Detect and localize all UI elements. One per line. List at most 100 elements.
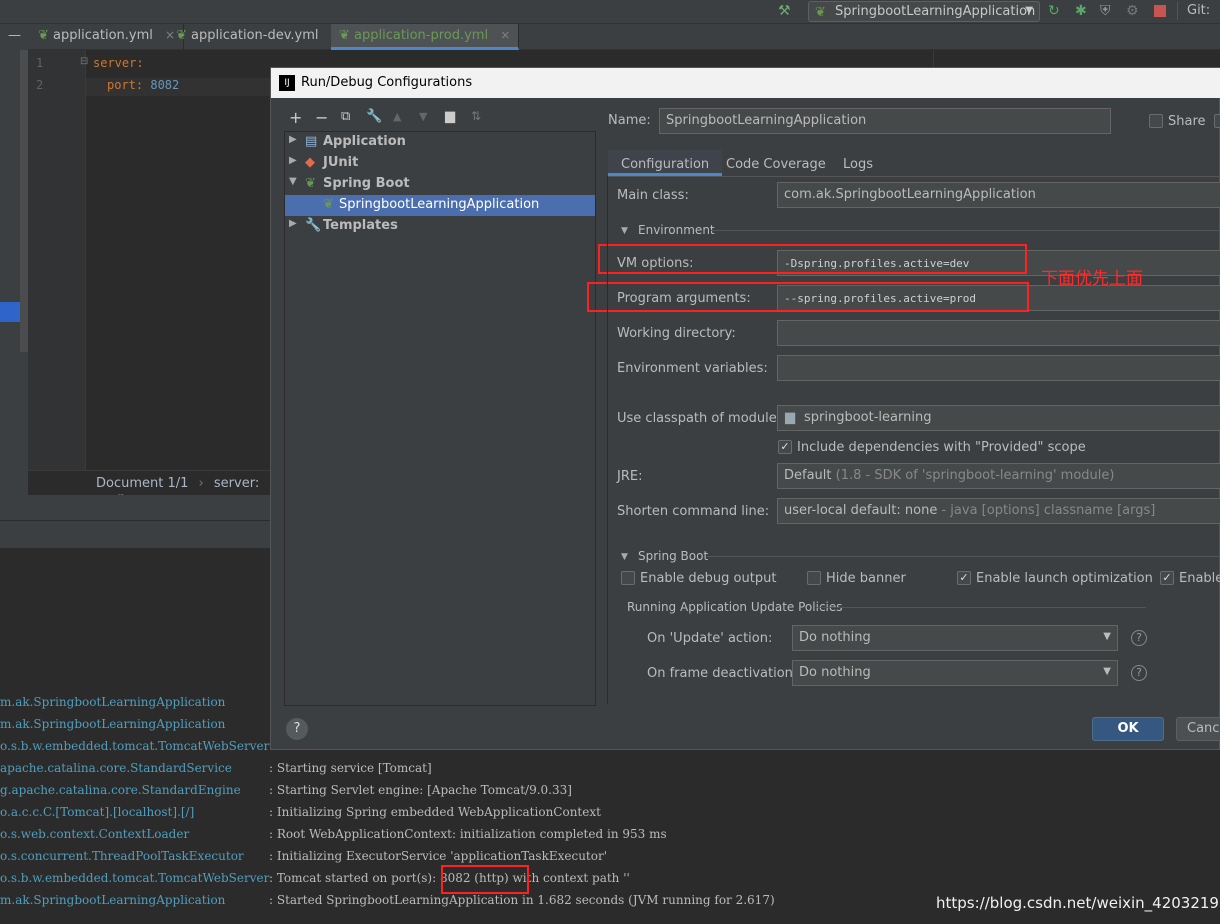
help-icon[interactable]: ? bbox=[1131, 665, 1147, 681]
git-label[interactable]: Git: bbox=[1187, 3, 1210, 18]
build-hammer-icon[interactable]: ⚒ bbox=[778, 3, 791, 19]
console-logger: o.a.c.c.C.[Tomcat].[localhost].[/] bbox=[0, 805, 195, 819]
tree-item-springboot-learning-application[interactable]: ❦ SpringbootLearningApplication bbox=[285, 195, 595, 216]
chevron-right-icon[interactable]: ▶ bbox=[289, 134, 297, 145]
minimize-icon[interactable]: — bbox=[0, 24, 28, 50]
tree-item-templates[interactable]: ▶ 🔧 Templates bbox=[285, 216, 595, 237]
console-logger: o.s.b.w.embedded.tomcat.TomcatWebServer bbox=[0, 871, 270, 885]
sort-icon[interactable]: ⇅ bbox=[471, 109, 481, 123]
rerun-icon[interactable]: ↻ bbox=[1048, 3, 1060, 19]
tree-item-junit[interactable]: ▶ ◆ JUnit bbox=[285, 153, 595, 174]
tab-application-yml[interactable]: ❦ application.yml × bbox=[30, 24, 185, 50]
yaml-file-icon: ❦ bbox=[176, 28, 187, 43]
tab-configuration[interactable]: Configuration bbox=[608, 150, 723, 176]
share-checkbox[interactable] bbox=[1149, 114, 1163, 128]
intellij-icon: IJ bbox=[279, 75, 295, 91]
coverage-icon[interactable]: ⛨ bbox=[1100, 3, 1111, 19]
debug-bug-icon[interactable]: ✱ bbox=[1075, 3, 1087, 19]
breadcrumb-server[interactable]: server: bbox=[214, 476, 259, 491]
shorten-select[interactable]: user-local default: none - java [options… bbox=[777, 498, 1220, 524]
config-tree: ▶ ▤ Application ▶ ◆ JUnit ▼ ❦ Spring Boo… bbox=[284, 131, 596, 706]
tab-label: application-prod.yml bbox=[354, 28, 489, 43]
help-button[interactable]: ? bbox=[286, 718, 308, 740]
on-frame-select[interactable]: Do nothing ▼ bbox=[792, 660, 1118, 686]
tab-application-prod-yml[interactable]: ❦ application-prod.yml × bbox=[331, 24, 520, 50]
jre-label: JRE: bbox=[617, 469, 643, 484]
tab-application-dev-yml[interactable]: ❦ application-dev.yml × bbox=[168, 24, 350, 50]
stop-icon[interactable] bbox=[1154, 5, 1166, 17]
profiler-icon[interactable]: ⚙ bbox=[1126, 3, 1139, 19]
on-update-label: On 'Update' action: bbox=[647, 631, 773, 646]
move-down-icon[interactable]: ▼ bbox=[419, 110, 427, 123]
help-icon[interactable]: ? bbox=[1131, 630, 1147, 646]
console-logger: apache.catalina.core.StandardService bbox=[0, 761, 232, 775]
editor-tab-bar: — ❦ application.yml × ❦ application-dev.… bbox=[0, 24, 1220, 50]
enable-launch-checkbox[interactable]: ✓ bbox=[957, 571, 971, 585]
yaml-key-server: server: bbox=[93, 56, 144, 70]
tree-item-application[interactable]: ▶ ▤ Application bbox=[285, 132, 595, 153]
environment-section-label: Environment bbox=[638, 223, 715, 237]
chevron-down-icon[interactable]: ▼ bbox=[289, 176, 297, 187]
spring-leaf-icon: ❦ bbox=[815, 5, 826, 20]
classpath-select[interactable]: ▆ springboot-learning bbox=[777, 405, 1220, 431]
code-area[interactable]: ⊟ server: port: 8082 bbox=[80, 50, 270, 470]
ok-button[interactable]: OK bbox=[1092, 717, 1164, 741]
run-debug-dialog: IJ Run/Debug Configurations + − ⧉ 🔧 ▲ ▼ … bbox=[270, 67, 1220, 750]
tree-item-label: JUnit bbox=[323, 155, 359, 170]
enable-debug-checkbox[interactable] bbox=[621, 571, 635, 585]
on-update-select[interactable]: Do nothing ▼ bbox=[792, 625, 1118, 651]
console-logger: o.s.web.context.ContextLoader bbox=[0, 827, 190, 841]
run-config-selector[interactable]: ❦ SpringbootLearningApplication ▼ bbox=[808, 1, 1040, 22]
port-highlight-box bbox=[441, 865, 529, 894]
console-logger: o.s.concurrent.ThreadPoolTaskExecutor bbox=[0, 849, 244, 863]
extra-checkbox[interactable] bbox=[1214, 114, 1220, 128]
scrollbar-thumb[interactable] bbox=[20, 50, 28, 352]
chevron-down-icon[interactable]: ▼ bbox=[621, 552, 628, 562]
new-folder-icon[interactable]: ▆ bbox=[445, 109, 455, 124]
tab-code-coverage[interactable]: Code Coverage bbox=[726, 150, 826, 176]
jre-select[interactable]: Default (1.8 - SDK of 'springboot-learni… bbox=[777, 463, 1220, 489]
copy-icon[interactable]: ⧉ bbox=[341, 109, 350, 124]
spring-leaf-icon: ❦ bbox=[305, 176, 316, 191]
cancel-button[interactable]: Canc bbox=[1176, 717, 1220, 741]
hide-banner-checkbox[interactable] bbox=[807, 571, 821, 585]
chevron-down-icon[interactable]: ▼ bbox=[621, 226, 628, 236]
close-icon[interactable]: × bbox=[500, 28, 510, 42]
section-separator bbox=[707, 556, 1220, 557]
wrench-icon[interactable]: 🔧 bbox=[366, 109, 382, 124]
shorten-label: Shorten command line: bbox=[617, 504, 770, 519]
working-dir-input[interactable] bbox=[777, 320, 1220, 346]
classpath-label: Use classpath of module: bbox=[617, 411, 782, 426]
junit-icon: ◆ bbox=[305, 155, 315, 170]
application-icon: ▤ bbox=[305, 134, 318, 149]
env-vars-input[interactable] bbox=[777, 355, 1220, 381]
jre-value-detail: (1.8 - SDK of 'springboot-learning' modu… bbox=[835, 468, 1115, 483]
console-message: : Starting service [Tomcat] bbox=[269, 761, 432, 775]
yaml-key-port: port: 8082 bbox=[107, 78, 180, 92]
tree-item-label: Application bbox=[323, 134, 406, 149]
fold-icon[interactable]: ⊟ bbox=[80, 56, 88, 67]
tree-item-label: SpringbootLearningApplication bbox=[339, 197, 540, 212]
remove-icon[interactable]: − bbox=[315, 108, 328, 127]
tree-item-label: Spring Boot bbox=[323, 176, 410, 191]
chevron-right-icon[interactable]: ▶ bbox=[289, 155, 297, 166]
dialog-title-bar[interactable]: IJ Run/Debug Configurations bbox=[271, 68, 1220, 98]
chevron-right-icon[interactable]: ▶ bbox=[289, 218, 297, 229]
tree-item-spring-boot[interactable]: ▼ ❦ Spring Boot bbox=[285, 174, 595, 195]
name-input[interactable]: SpringbootLearningApplication bbox=[659, 108, 1111, 134]
classpath-value: springboot-learning bbox=[804, 410, 932, 425]
add-icon[interactable]: + bbox=[289, 108, 302, 127]
move-up-icon[interactable]: ▲ bbox=[393, 110, 401, 123]
breadcrumb-document[interactable]: Document 1/1 bbox=[96, 476, 188, 491]
shorten-value-detail: - java [options] classname [args] bbox=[941, 503, 1156, 518]
line-gutter bbox=[28, 50, 86, 470]
enable-jmx-checkbox[interactable]: ✓ bbox=[1160, 571, 1174, 585]
main-class-input[interactable]: com.ak.SpringbootLearningApplication bbox=[777, 182, 1220, 208]
chevron-down-icon: ▼ bbox=[1103, 631, 1111, 642]
yaml-file-icon: ❦ bbox=[38, 28, 49, 43]
section-separator bbox=[816, 607, 1146, 608]
include-deps-checkbox[interactable]: ✓ bbox=[778, 440, 792, 454]
tab-logs[interactable]: Logs bbox=[843, 150, 873, 176]
module-folder-icon: ▆ bbox=[785, 410, 795, 425]
working-dir-label: Working directory: bbox=[617, 326, 736, 341]
